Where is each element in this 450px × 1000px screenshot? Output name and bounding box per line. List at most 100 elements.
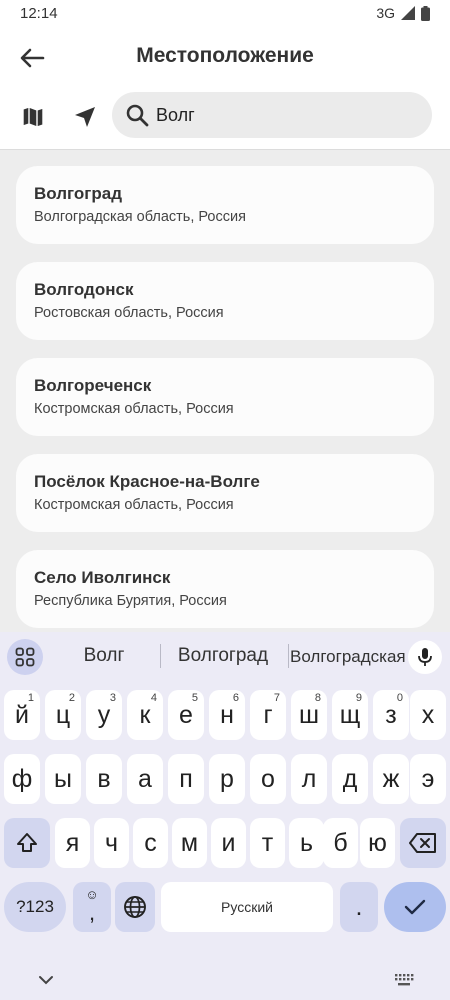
key-и[interactable]: и [211, 818, 246, 868]
keyboard: Волг Волгоград Волгоградская й1 ц2 у3 к4… [0, 632, 450, 1000]
key-о[interactable]: о [250, 754, 286, 804]
search-box[interactable] [112, 92, 432, 138]
key-л[interactable]: л [291, 754, 327, 804]
period-key[interactable]: . [340, 882, 378, 932]
suggestion-1[interactable]: Волг [58, 645, 150, 667]
key-hint: 7 [273, 692, 280, 704]
key-hint: 6 [232, 692, 239, 704]
suggestion-3[interactable]: Волгоградская [290, 647, 406, 667]
key-ц[interactable]: ц2 [45, 690, 81, 740]
key-к[interactable]: к4 [127, 690, 163, 740]
grid-icon [15, 647, 35, 667]
key-й[interactable]: й1 [4, 690, 40, 740]
checkmark-icon [404, 899, 426, 915]
shift-key[interactable] [4, 818, 50, 868]
key-щ[interactable]: щ9 [332, 690, 368, 740]
result-item[interactable]: Село Иволгинск Республика Бурятия, Росси… [16, 550, 434, 628]
key-в[interactable]: в [86, 754, 122, 804]
map-button[interactable] [16, 100, 50, 134]
key-hint: 4 [150, 692, 157, 704]
keyboard-switch-button[interactable] [392, 968, 416, 992]
search-row [0, 90, 450, 146]
status-bar: 12:14 3G [0, 0, 450, 26]
result-subtitle: Республика Бурятия, Россия [34, 593, 227, 609]
key-ю[interactable]: ю [360, 818, 395, 868]
backspace-key[interactable] [400, 818, 446, 868]
key-ч[interactable]: ч [94, 818, 129, 868]
key-н[interactable]: н6 [209, 690, 245, 740]
microphone-icon [418, 648, 432, 666]
key-label: ц [55, 700, 71, 729]
app-header: Местоположение [0, 30, 450, 86]
key-label: ш [298, 700, 320, 729]
symbols-key[interactable]: ?123 [4, 882, 66, 932]
key-ы[interactable]: ы [45, 754, 81, 804]
backspace-icon [409, 833, 436, 853]
battery-icon [421, 5, 430, 21]
keyboard-apps-button[interactable] [7, 639, 43, 675]
hide-keyboard-button[interactable] [34, 968, 58, 992]
globe-icon [124, 896, 146, 918]
key-а[interactable]: а [127, 754, 163, 804]
space-key[interactable]: Русский [161, 882, 333, 932]
status-time: 12:14 [20, 4, 58, 22]
key-label: й [15, 700, 29, 729]
key-е[interactable]: е5 [168, 690, 204, 740]
key-label: щ [339, 700, 361, 729]
suggestion-divider [160, 644, 161, 668]
search-input[interactable] [156, 104, 416, 126]
page-title: Местоположение [136, 44, 314, 67]
key-д[interactable]: д [332, 754, 368, 804]
key-label: н [220, 700, 234, 729]
map-icon [22, 106, 44, 128]
result-title: Село Иволгинск [34, 568, 171, 587]
result-title: Волгореченск [34, 376, 152, 395]
result-item[interactable]: Волгодонск Ростовская область, Россия [16, 262, 434, 340]
key-з[interactable]: з0 [373, 690, 409, 740]
suggestion-bar: Волг Волгоград Волгоградская [0, 632, 450, 680]
key-у[interactable]: у3 [86, 690, 122, 740]
key-ш[interactable]: ш8 [291, 690, 327, 740]
key-ь[interactable]: ь [289, 818, 324, 868]
key-hint: 5 [191, 692, 198, 704]
key-р[interactable]: р [209, 754, 245, 804]
key-т[interactable]: т [250, 818, 285, 868]
key-я[interactable]: я [55, 818, 90, 868]
language-key[interactable] [115, 882, 155, 932]
key-б[interactable]: б [323, 818, 358, 868]
enter-key[interactable] [384, 882, 446, 932]
status-icons: 3G [376, 5, 430, 21]
comma-label: , [88, 900, 96, 925]
key-label: к [139, 700, 151, 729]
key-hint: 8 [314, 692, 321, 704]
key-х[interactable]: х [410, 690, 446, 740]
key-э[interactable]: э [410, 754, 446, 804]
result-item[interactable]: Волгореченск Костромская область, Россия [16, 358, 434, 436]
keyboard-icon [395, 974, 414, 986]
result-subtitle: Костромская область, Россия [34, 401, 234, 417]
navigation-bar [0, 964, 450, 1000]
result-subtitle: Костромская область, Россия [34, 497, 234, 513]
locate-button[interactable] [68, 100, 102, 134]
result-item[interactable]: Посёлок Красное-на-Волге Костромская обл… [16, 454, 434, 532]
key-label: г [263, 700, 273, 729]
suggestion-2[interactable]: Волгоград [164, 645, 282, 667]
key-п[interactable]: п [168, 754, 204, 804]
key-м[interactable]: м [172, 818, 207, 868]
result-title: Волгодонск [34, 280, 134, 299]
key-г[interactable]: г7 [250, 690, 286, 740]
key-ж[interactable]: ж [373, 754, 409, 804]
emoji-comma-key[interactable]: ☺ , [73, 882, 111, 932]
key-label: у [97, 700, 111, 729]
key-hint: 0 [396, 692, 403, 704]
key-label: х [421, 700, 435, 729]
key-hint: 2 [68, 692, 75, 704]
navigation-arrow-icon [75, 107, 95, 127]
key-hint: 1 [27, 692, 34, 704]
shift-icon [17, 833, 37, 852]
key-ф[interactable]: ф [4, 754, 40, 804]
voice-input-button[interactable] [408, 640, 442, 674]
result-item[interactable]: Волгоград Волгоградская область, Россия [16, 166, 434, 244]
key-с[interactable]: с [133, 818, 168, 868]
signal-icon [401, 6, 415, 20]
